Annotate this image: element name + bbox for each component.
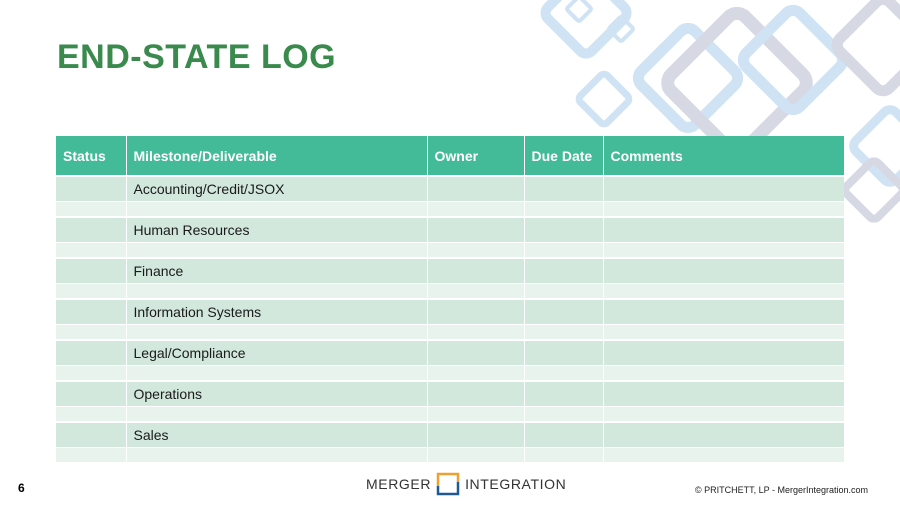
milestone-cell: Legal/Compliance bbox=[125, 339, 427, 366]
logo-text-right: INTEGRATION bbox=[465, 476, 567, 492]
milestone-cell: Operations bbox=[125, 380, 427, 407]
table-row: Information Systems bbox=[56, 298, 844, 325]
end-state-log-table: Status Milestone/Deliverable Owner Due D… bbox=[56, 136, 844, 462]
due-date-cell bbox=[523, 421, 603, 448]
milestone-cell: Accounting/Credit/JSOX bbox=[125, 175, 427, 202]
milestone-cell: Information Systems bbox=[125, 298, 427, 325]
milestone-cell: Human Resources bbox=[125, 216, 427, 243]
page-title: END-STATE LOG bbox=[57, 38, 337, 76]
comments-cell bbox=[602, 298, 844, 325]
table-spacer-row bbox=[56, 365, 844, 381]
comments-cell bbox=[602, 421, 844, 448]
table-spacer-row bbox=[56, 406, 844, 422]
page-number: 6 bbox=[18, 481, 25, 495]
owner-cell bbox=[426, 421, 524, 448]
table-spacer-row bbox=[56, 283, 844, 299]
header-status: Status bbox=[56, 136, 126, 176]
milestone-cell: Sales bbox=[125, 421, 427, 448]
copyright-text: © PRITCHETT, LP - MergerIntegration.com bbox=[694, 485, 868, 495]
comments-cell bbox=[602, 257, 844, 284]
header-milestone: Milestone/Deliverable bbox=[125, 136, 427, 176]
comments-cell bbox=[602, 175, 844, 202]
status-cell bbox=[56, 380, 126, 407]
table-row: Sales bbox=[56, 421, 844, 448]
status-cell bbox=[56, 339, 126, 366]
due-date-cell bbox=[523, 298, 603, 325]
status-cell bbox=[56, 257, 126, 284]
table-row: Legal/Compliance bbox=[56, 339, 844, 366]
due-date-cell bbox=[523, 257, 603, 284]
table-spacer-row bbox=[56, 324, 844, 340]
owner-cell bbox=[426, 257, 524, 284]
table-row: Finance bbox=[56, 257, 844, 284]
table-row: Operations bbox=[56, 380, 844, 407]
due-date-cell bbox=[523, 216, 603, 243]
merger-integration-logo: MERGER INTEGRATION bbox=[366, 472, 566, 496]
table-spacer-row bbox=[56, 242, 844, 258]
owner-cell bbox=[426, 298, 524, 325]
due-date-cell bbox=[523, 175, 603, 202]
status-cell bbox=[56, 421, 126, 448]
table-header-row: Status Milestone/Deliverable Owner Due D… bbox=[56, 136, 844, 176]
table-spacer-row bbox=[56, 447, 844, 462]
header-owner: Owner bbox=[426, 136, 524, 176]
owner-cell bbox=[426, 175, 524, 202]
status-cell bbox=[56, 298, 126, 325]
comments-cell bbox=[602, 380, 844, 407]
milestone-cell: Finance bbox=[125, 257, 427, 284]
logo-bracket-icon bbox=[436, 472, 460, 496]
owner-cell bbox=[426, 339, 524, 366]
logo-text-left: MERGER bbox=[366, 476, 432, 492]
status-cell bbox=[56, 216, 126, 243]
table-row: Human Resources bbox=[56, 216, 844, 243]
status-cell bbox=[56, 175, 126, 202]
owner-cell bbox=[426, 380, 524, 407]
header-due-date: Due Date bbox=[523, 136, 603, 176]
due-date-cell bbox=[523, 339, 603, 366]
owner-cell bbox=[426, 216, 524, 243]
comments-cell bbox=[602, 339, 844, 366]
table-spacer-row bbox=[56, 201, 844, 217]
table-row: Accounting/Credit/JSOX bbox=[56, 175, 844, 202]
header-comments: Comments bbox=[602, 136, 844, 176]
due-date-cell bbox=[523, 380, 603, 407]
comments-cell bbox=[602, 216, 844, 243]
